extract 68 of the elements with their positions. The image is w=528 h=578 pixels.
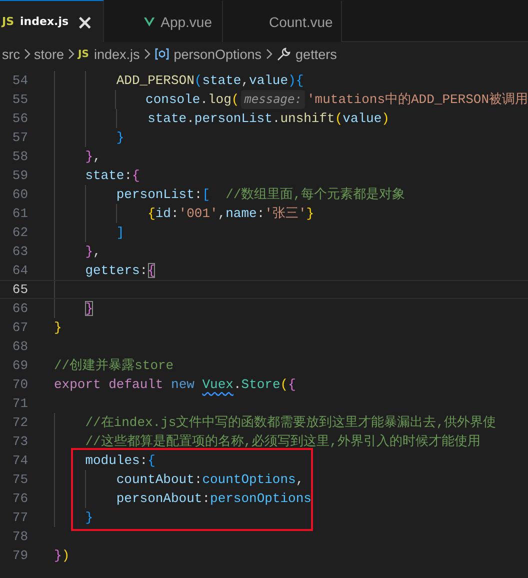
line-number: 67 [11,319,28,337]
line-number: 55 [11,91,28,109]
code-text: //创建并暴露store [54,357,174,375]
code-text: state:{ [85,167,140,185]
line-number: 77 [11,509,28,527]
editor-tab[interactable]: JS index.js × [0,0,104,42]
line-number: 58 [11,148,28,166]
code-text: }, [85,148,101,166]
breadcrumb-item[interactable]: personOptions [174,46,262,62]
code-text: }, [85,243,101,261]
line-number: 78 [11,528,28,546]
line-number: 79 [11,547,28,565]
code-text: } [116,129,124,147]
line-number: 69 [11,357,28,375]
line-number: 73 [11,433,28,451]
line-number: 75 [11,471,28,489]
line-number: 57 [11,129,28,147]
line-number: 74 [11,452,28,470]
breadcrumb-item[interactable]: index.js [94,46,140,62]
code-text: } [85,300,93,318]
line-number: 63 [11,243,28,261]
code-text: personAbout:personOptions [116,490,312,508]
code-text: console.log( [146,91,240,109]
code-text: countAbout:countOptions, [116,471,304,489]
line-number: 68 [11,338,28,356]
chevron-right-icon [22,48,32,60]
line-number: 61 [11,205,28,223]
breadcrumb-item[interactable]: src [2,46,20,62]
code-text: 'mutations中的ADD_PERSON被调用 [306,91,528,109]
code-text: export default new Vuex.Store({ [54,376,296,394]
code-text: {id:'001',name:'张三'} [148,205,314,223]
code-text: modules:{ [85,452,156,470]
code-text: } [85,509,93,527]
code-text: state.personList.unshift(value) [148,110,390,128]
code-text: //这些都算是配置项的名称,必须写到这里,外界引入的时候才能使用 [85,433,480,451]
chevron-right-icon [66,48,76,60]
code-text: }) [54,547,70,565]
js-file-icon: JS [2,15,14,28]
editor-tab[interactable]: Count.vue [223,0,342,42]
breadcrumb-item[interactable]: store [34,46,64,62]
code-text: ] [116,224,124,242]
line-number: 65 [11,281,28,298]
code-text: getters:{ [85,262,156,280]
js-file-icon: JS [78,48,89,60]
line-number: 70 [11,376,28,394]
line-number: 76 [11,490,28,508]
line-number: 64 [11,262,28,280]
breadcrumb-item[interactable]: getters [296,46,337,62]
line-number: 71 [11,395,28,413]
editor-tab[interactable]: App.vue [104,0,223,42]
variable-icon [154,47,170,61]
line-number: 59 [11,167,28,185]
line-number: 60 [11,186,28,204]
close-icon[interactable]: × [74,12,96,32]
line-number: 72 [11,414,28,432]
code-text: personList:[ //数组里面,每个元素都是对象 [116,186,406,204]
line-number: 54 [11,72,28,90]
vue-file-icon [144,16,155,28]
parameter-hint: message: [241,90,305,109]
line-number: 66 [11,300,28,318]
code-text: ADD_PERSON(state,value){ [116,72,304,90]
line-number: 56 [11,110,28,128]
code-text: } [54,319,62,337]
code-text: //在index.js文件中写的函数都需要放到这里才能暴漏出去,供外界使 [85,414,496,432]
chevron-right-icon [264,48,274,60]
line-number: 62 [11,224,28,242]
wrench-icon [276,46,292,62]
chevron-right-icon [142,48,152,60]
